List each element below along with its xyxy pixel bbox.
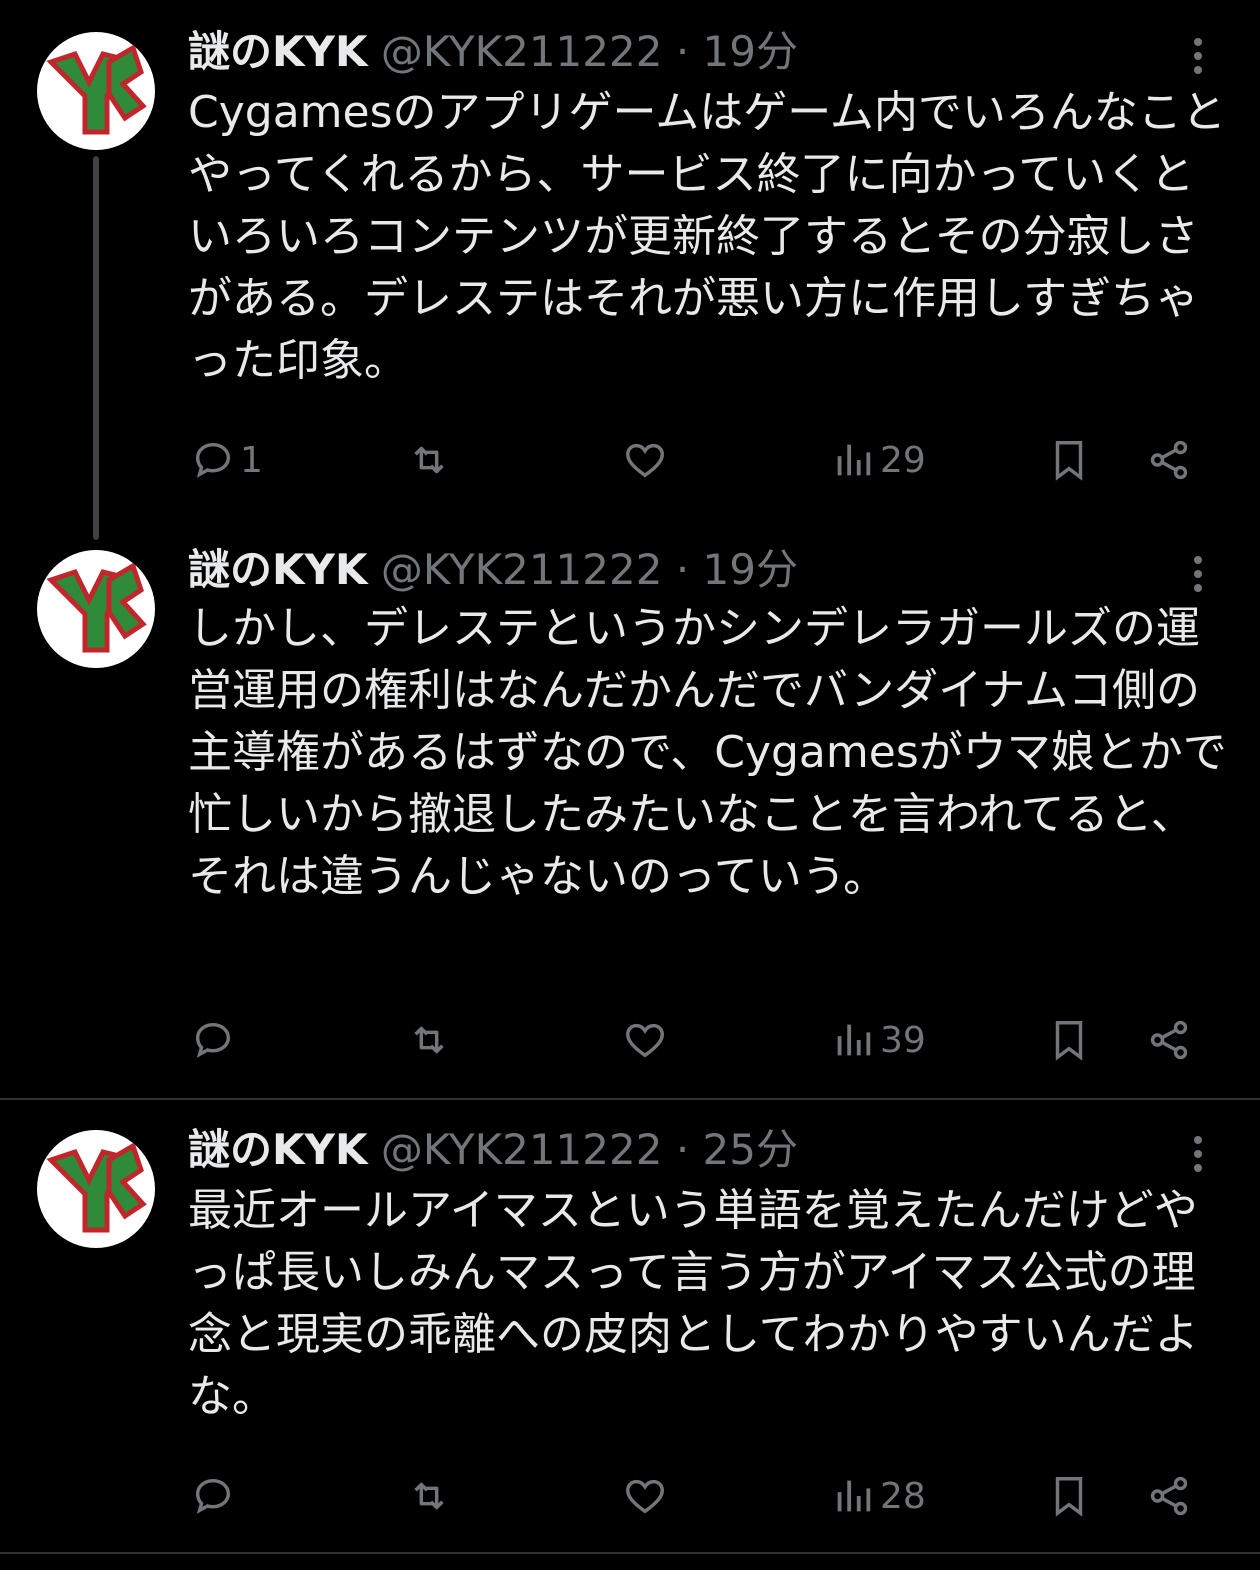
views-icon (837, 444, 871, 476)
avatar[interactable] (37, 32, 155, 150)
display-name[interactable]: 謎のKYK (188, 27, 368, 76)
reply-button[interactable] (190, 1010, 240, 1070)
like-icon (626, 1479, 664, 1514)
tweet-2[interactable]: 謎のKYK @KYK211222 · 19分 しかし、デレステというかシンデレラ… (0, 540, 1260, 1100)
user-handle[interactable]: @KYK211222 (381, 27, 663, 76)
timestamp[interactable]: 19分 (703, 27, 798, 76)
tweet-3[interactable]: 謎のKYK @KYK211222 · 25分 最近オールアイマスという単語を覚え… (0, 1100, 1260, 1560)
user-handle[interactable]: @KYK211222 (381, 1125, 663, 1174)
retweet-icon (414, 1026, 444, 1054)
more-icon[interactable] (1186, 38, 1210, 78)
more-icon[interactable] (1186, 1136, 1210, 1176)
retweet-icon (414, 446, 444, 474)
action-bar: 1 29 (0, 430, 1260, 490)
views-count: 39 (880, 1019, 926, 1061)
tweet-text: しかし、デレステというかシンデレラガールズの運営運用の権利はなんだかんだでバンダ… (188, 603, 1227, 902)
avatar[interactable] (37, 550, 155, 668)
separator-dot: · (675, 1125, 690, 1174)
avatar-logo-image (46, 562, 147, 653)
bookmark-button[interactable] (1046, 1466, 1092, 1526)
separator-dot: · (675, 27, 690, 76)
tweet-header: 謎のKYK @KYK211222 · 19分 (188, 24, 798, 80)
reply-icon (195, 1022, 231, 1058)
bookmark-icon (1055, 1477, 1083, 1517)
action-bar: 39 (0, 1010, 1260, 1070)
views-count: 28 (880, 1475, 926, 1517)
bookmark-icon (1055, 441, 1083, 481)
tweet-text: Cygamesのアプリゲームはゲーム内でいろんなことやってくれるから、サービス終… (188, 87, 1226, 386)
reply-icon (195, 1478, 231, 1514)
action-bar: 28 (0, 1466, 1260, 1526)
views-button[interactable]: 28 (830, 1466, 926, 1526)
share-button[interactable] (1146, 1010, 1192, 1070)
display-name[interactable]: 謎のKYK (188, 1125, 368, 1174)
avatar-logo-image (46, 1142, 147, 1233)
retweet-button[interactable] (406, 1010, 452, 1070)
views-button[interactable]: 39 (830, 1010, 926, 1070)
tweet-divider (0, 1552, 1260, 1554)
views-button[interactable]: 29 (830, 430, 926, 490)
like-icon (626, 443, 664, 478)
retweet-icon (414, 1482, 444, 1510)
display-name[interactable]: 謎のKYK (188, 545, 368, 594)
reply-button[interactable]: 1 (190, 430, 263, 490)
bookmark-button[interactable] (1046, 1010, 1092, 1070)
bookmark-icon (1055, 1021, 1083, 1061)
share-icon (1150, 1476, 1188, 1516)
views-icon (837, 1480, 871, 1512)
like-button[interactable] (622, 1466, 668, 1526)
bookmark-button[interactable] (1046, 430, 1092, 490)
timestamp[interactable]: 25分 (703, 1125, 798, 1174)
retweet-button[interactable] (406, 430, 452, 490)
timestamp[interactable]: 19分 (703, 545, 798, 594)
avatar-logo-image (46, 44, 147, 135)
views-icon (837, 1024, 871, 1056)
share-button[interactable] (1146, 1466, 1192, 1526)
share-button[interactable] (1146, 430, 1192, 490)
like-button[interactable] (622, 1010, 668, 1070)
like-button[interactable] (622, 430, 668, 490)
views-count: 29 (880, 439, 926, 481)
share-icon (1150, 1020, 1188, 1060)
more-icon[interactable] (1186, 556, 1210, 596)
tweet-header: 謎のKYK @KYK211222 · 19分 (188, 542, 798, 598)
tweet-text: 最近オールアイマスという単語を覚えたんだけどやっぱ長いしみんマスって言う方がアイ… (188, 1185, 1199, 1422)
share-icon (1150, 440, 1188, 480)
reply-icon (195, 442, 231, 478)
tweet-1[interactable]: 謎のKYK @KYK211222 · 19分 Cygamesのアプリゲームはゲー… (0, 0, 1260, 520)
retweet-button[interactable] (406, 1466, 452, 1526)
like-icon (626, 1023, 664, 1058)
reply-button[interactable] (190, 1466, 240, 1526)
reply-count: 1 (240, 439, 263, 481)
tweet-header: 謎のKYK @KYK211222 · 25分 (188, 1122, 798, 1178)
separator-dot: · (675, 545, 690, 594)
user-handle[interactable]: @KYK211222 (381, 545, 663, 594)
avatar[interactable] (37, 1130, 155, 1248)
